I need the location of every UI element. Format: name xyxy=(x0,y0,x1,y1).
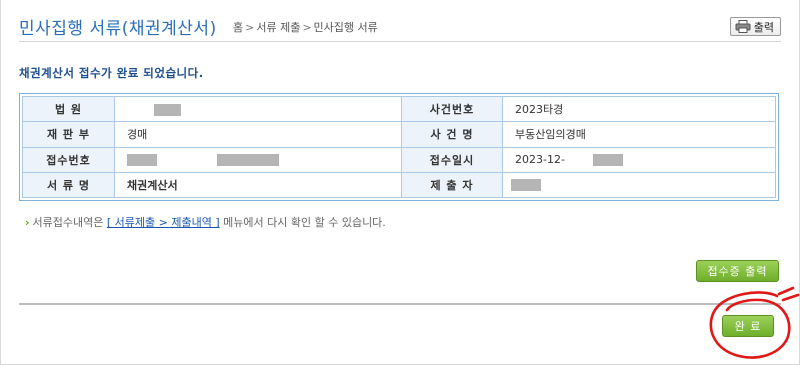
breadcrumb-submit[interactable]: 서류 제출 xyxy=(256,21,300,34)
redacted-block xyxy=(592,154,623,167)
redacted-block xyxy=(154,103,181,116)
printer-icon xyxy=(735,20,751,33)
breadcrumb-current: 민사집행 서류 xyxy=(313,21,378,34)
history-note: › 서류접수내역은 [ 서류제출 > 제출내역 ] 메뉴에서 다시 확인 할 수 … xyxy=(25,214,386,230)
case-name-value: 부동산임의경매 xyxy=(502,121,776,148)
page-title: 민사집행 서류(채권계산서) xyxy=(19,19,217,39)
completion-message: 채권계산서 접수가 완료 되었습니다. xyxy=(19,66,204,80)
table-row: 법 원 사건번호 2023타경 xyxy=(22,95,776,123)
receipt-date-text: 2023-12- xyxy=(515,153,565,167)
submitter-label: 제 출 자 xyxy=(401,171,503,199)
court-value xyxy=(114,95,402,123)
chevron-right-icon: › xyxy=(25,216,30,229)
print-receipt-button[interactable]: 접수증 출력 xyxy=(696,260,779,282)
table-row: 접수번호 접수일시 2023-12- xyxy=(22,146,776,173)
redacted-block xyxy=(127,154,157,167)
done-button[interactable]: 완 료 xyxy=(722,315,774,337)
submission-history-link[interactable]: [ 서류제출 > 제출내역 ] xyxy=(107,216,220,229)
table-row: 재 판 부 경매 사 건 명 부동산임의경매 xyxy=(22,121,776,148)
print-button[interactable]: 출력 xyxy=(729,17,781,36)
submitter-value xyxy=(502,171,776,199)
page-frame: 민사집행 서류(채권계산서) 홈 > 서류 제출 > 민사집행 서류 출력 채권계산서 … xyxy=(0,0,800,365)
table-row: 서 류 명 채권계산서 제 출 자 xyxy=(22,171,776,199)
breadcrumb-separator: > xyxy=(245,21,255,34)
receipt-number-label: 접수번호 xyxy=(22,146,115,173)
note-suffix: 메뉴에서 다시 확인 할 수 있습니다. xyxy=(223,216,386,229)
breadcrumb-separator: > xyxy=(302,21,312,34)
note-prefix: 서류접수내역은 xyxy=(32,216,104,229)
page-header: 민사집행 서류(채권계산서) 홈 > 서류 제출 > 민사집행 서류 출력 xyxy=(19,14,781,42)
print-label: 출력 xyxy=(753,20,774,34)
breadcrumb-home[interactable]: 홈 xyxy=(233,21,243,34)
receipt-datetime-label: 접수일시 xyxy=(401,146,503,173)
bottom-divider xyxy=(19,303,781,305)
case-number-value: 2023타경 xyxy=(502,95,776,123)
header-divider xyxy=(19,41,781,42)
case-number-label: 사건번호 xyxy=(401,95,503,123)
receipt-datetime-value: 2023-12- xyxy=(502,146,776,173)
breadcrumb: 홈 > 서류 제출 > 민사집행 서류 xyxy=(233,19,378,35)
document-name-label: 서 류 명 xyxy=(22,171,115,199)
redacted-block xyxy=(217,154,279,167)
division-value: 경매 xyxy=(114,121,402,148)
case-name-label: 사 건 명 xyxy=(401,121,503,148)
court-label: 법 원 xyxy=(22,95,115,123)
division-label: 재 판 부 xyxy=(22,121,115,148)
document-name-value: 채권계산서 xyxy=(114,171,402,199)
submission-info-table: 법 원 사건번호 2023타경 재 판 부 경매 사 건 명 부동산임의경매 접… xyxy=(19,93,779,201)
redacted-block xyxy=(511,179,541,192)
receipt-number-value xyxy=(114,146,402,173)
